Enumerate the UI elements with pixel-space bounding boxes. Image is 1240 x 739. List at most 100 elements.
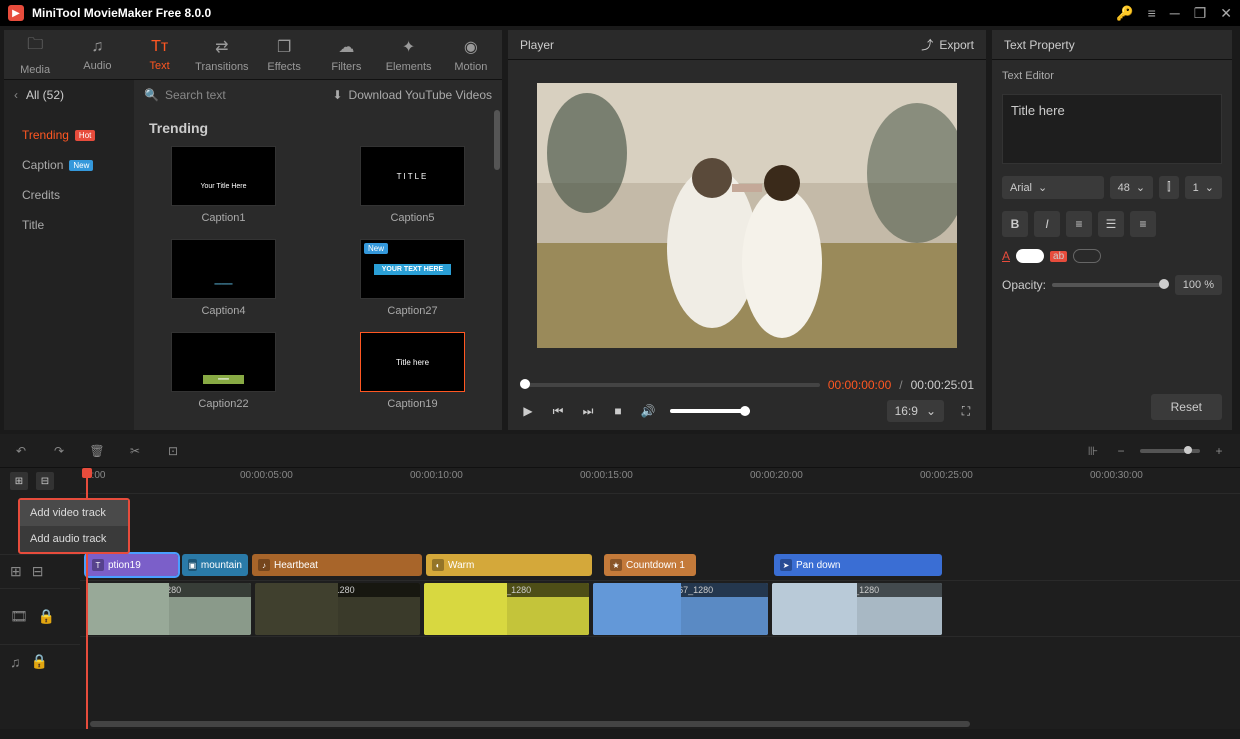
fullscreen-button[interactable]: ⛶ [958,403,974,419]
split-button[interactable]: ✂ [126,442,144,460]
audio-track[interactable] [80,636,1240,670]
template-thumb[interactable]: NewYOUR TEXT HERE [360,239,465,299]
gallery-item[interactable]: Your Title HereCaption1 [149,146,298,224]
align-left-button[interactable]: ≡ [1066,211,1092,237]
tab-elements[interactable]: ✦Elements [378,30,440,79]
spacing-select[interactable]: 1⌄ [1185,176,1222,199]
line-spacing-select[interactable]: ⫿ [1159,176,1179,199]
align-right-button[interactable]: ≡ [1130,211,1156,237]
timeline-scrollbar[interactable] [90,721,970,727]
sidebar-item-caption[interactable]: CaptionNew [4,150,134,180]
opacity-slider[interactable] [1052,283,1169,287]
track-lock-icon[interactable]: ⊟ [32,563,44,580]
close-icon[interactable]: ✕ [1220,5,1232,22]
undo-button[interactable]: ↶ [12,442,30,460]
gallery-scrollbar[interactable] [494,110,500,170]
maximize-icon[interactable]: ❐ [1194,5,1207,22]
font-select[interactable]: Arial⌄ [1002,176,1104,199]
export-label: Export [939,38,974,52]
tab-transitions[interactable]: ⇄Transitions [191,30,253,79]
sidebar-item-trending[interactable]: TrendingHot [4,120,134,150]
effects-track[interactable]: Tption19▣mountain♪Heartbeat◐Warm ★Countdo… [80,554,1240,578]
highlight-color-swatch[interactable] [1073,249,1101,263]
zoom-in-button[interactable]: + [1210,442,1228,460]
clip-label: Pan down [796,560,840,571]
effect-clip[interactable]: Tption19 [86,554,178,576]
gallery-item[interactable]: ━━━━━Caption4 [149,239,298,317]
bold-button[interactable]: B [1002,211,1028,237]
template-thumb[interactable]: Your Title Here [171,146,276,206]
search-input[interactable]: 🔍Search text [144,88,322,102]
crop-button[interactable]: ⊡ [164,442,182,460]
tab-media[interactable]: 🗀Media [4,30,66,79]
tab-effects[interactable]: ❐Effects [253,30,315,79]
add-audio-track-item[interactable]: Add audio track [20,526,128,552]
zoom-out-button[interactable]: − [1112,442,1130,460]
reset-button[interactable]: Reset [1151,394,1222,420]
size-select[interactable]: 48⌄ [1110,176,1153,199]
effect-clip[interactable]: ★Countdown 1 [604,554,696,576]
zoom-slider[interactable] [1140,449,1200,453]
gallery-item[interactable]: Title hereCaption19 [338,332,487,410]
video-clip[interactable]: ▣flowers-8763039_1280 [424,583,589,635]
redo-button[interactable]: ↷ [50,442,68,460]
gallery-item[interactable]: TITLECaption5 [338,146,487,224]
seek-thumb[interactable] [520,379,530,389]
volume-slider[interactable] [670,409,750,413]
aspect-ratio-select[interactable]: 16:9⌄ [887,400,944,422]
sidebar-item-label: Title [22,218,44,232]
effect-clip[interactable]: ♪Heartbeat [252,554,422,576]
align-center-button[interactable]: ☰ [1098,211,1124,237]
tab-audio[interactable]: ♫Audio [66,30,128,79]
text-editor-input[interactable] [1002,94,1222,164]
prev-frame-button[interactable]: ⏮ [550,403,566,419]
sidebar-item-title[interactable]: Title [4,210,134,240]
effect-clip[interactable]: ▣mountain [182,554,248,576]
add-video-track-item[interactable]: Add video track [20,500,128,526]
sidebar-item-credits[interactable]: Credits [4,180,134,210]
play-button[interactable]: ▶ [520,403,536,419]
video-clip[interactable]: ▣seagull-8320687_1280 [772,583,942,635]
preview-image[interactable] [537,83,957,348]
track-options-button[interactable]: ⊟ [36,472,54,490]
tab-label: Media [20,64,50,76]
video-clip[interactable]: ▣love-6575234_1280 [86,583,251,635]
sidebar-collapse[interactable]: All (52) [4,80,134,110]
player-panel: Player ⤴Export [508,30,986,430]
video-clip[interactable]: ▣mountains-8326967_1280 [593,583,768,635]
next-frame-button[interactable]: ⏭ [580,403,596,419]
main-tabs: 🗀Media ♫Audio TᴛText ⇄Transitions ❐Effec… [4,30,502,80]
delete-button[interactable]: 🗑 [88,442,106,460]
download-youtube-link[interactable]: ⬇Download YouTube Videos [332,88,492,102]
preview-area [508,60,986,370]
text-color-swatch[interactable] [1016,249,1044,263]
tab-text[interactable]: TᴛText [129,30,191,79]
template-thumb[interactable]: TITLE [360,146,465,206]
volume-icon[interactable]: 🔊 [640,403,656,419]
italic-button[interactable]: I [1034,211,1060,237]
video-clip[interactable]: ▣loves-4329036_1280 [255,583,420,635]
sidebar-all-label: All (52) [26,88,64,102]
export-button[interactable]: ⤴Export [921,36,974,53]
template-thumb[interactable]: Title here [360,332,465,392]
track-lock-icon[interactable]: 🔒 [38,608,55,625]
add-track-button[interactable]: ⊞ [10,472,28,490]
tab-motion[interactable]: ◉Motion [440,30,502,79]
stop-button[interactable]: ■ [610,403,626,419]
menu-icon[interactable]: ≡ [1148,5,1156,21]
gallery-item[interactable]: ━━━Caption22 [149,332,298,410]
time-ruler[interactable]: 0:00 00:00:05:00 00:00:10:00 00:00:15:00… [80,468,1240,494]
track-lock-icon[interactable]: 🔒 [31,653,48,670]
tab-filters[interactable]: ☁Filters [315,30,377,79]
gallery-item[interactable]: NewYOUR TEXT HERECaption27 [338,239,487,317]
effect-clip[interactable]: ➤Pan down [774,554,942,576]
effect-clip[interactable]: ◐Warm [426,554,592,576]
minimize-icon[interactable]: ─ [1170,5,1180,21]
template-thumb[interactable]: ━━━━━ [171,239,276,299]
video-track[interactable]: ▣love-6575234_1280▣loves-4329036_1280▣fl… [80,580,1240,636]
seek-bar[interactable] [520,383,820,387]
timeline-tracks[interactable]: 0:00 00:00:05:00 00:00:10:00 00:00:15:00… [80,468,1240,729]
fit-zoom-button[interactable]: ⊪ [1084,442,1102,460]
template-thumb[interactable]: ━━━ [171,332,276,392]
key-icon[interactable]: 🔑 [1116,5,1133,22]
